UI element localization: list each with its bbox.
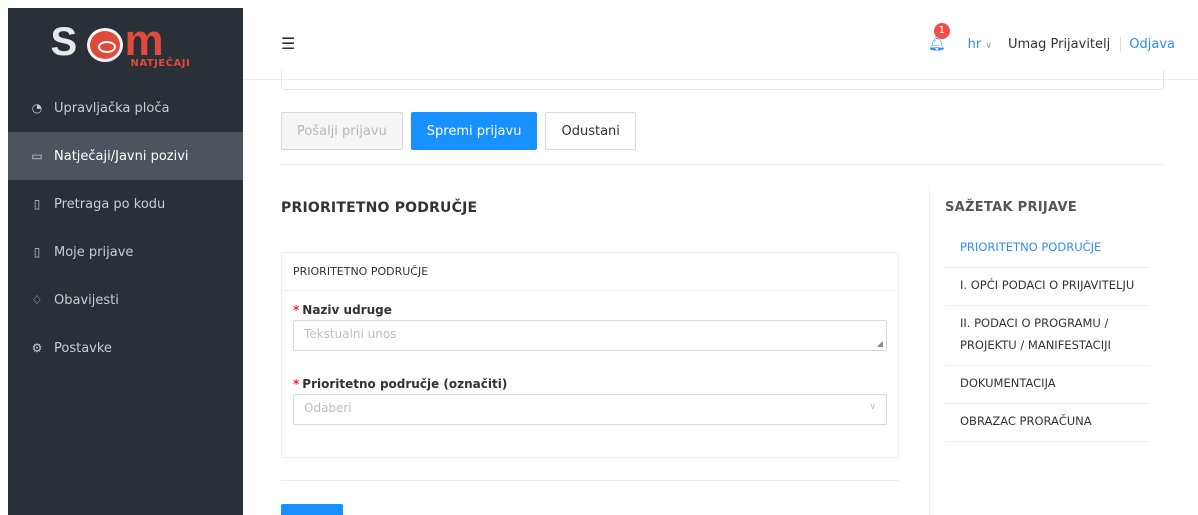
summary-item-general-info[interactable]: I. OPĆI PODACI O PRIJAVITELJU [945, 268, 1150, 306]
section-title: PRIORITETNO PODRUČJE [281, 200, 478, 216]
association-name-label: * Naziv udruge [293, 303, 392, 317]
language-label: hr [967, 36, 982, 52]
association-name-label-text: Naziv udruge [302, 303, 392, 317]
summary-item-priority-area[interactable]: PRIORITETNO PODRUČJE [945, 230, 1150, 268]
document-icon: ▯ [33, 197, 41, 211]
divider [281, 480, 899, 481]
sidebar-item-label: Postavke [54, 340, 112, 356]
sidebar-item-settings[interactable]: ⚙ Postavke [8, 324, 243, 372]
logo-letter-s: S [50, 20, 78, 64]
summary-title: SAŽETAK PRIJAVE [945, 200, 1078, 215]
summary-item-documentation[interactable]: DOKUMENTACIJA [945, 366, 1150, 404]
sidebar-item-label: Obavijesti [54, 292, 119, 308]
sidebar-item-competitions[interactable]: ▭ Natječaji/Javni pozivi [8, 132, 243, 180]
logo[interactable]: S m NATJEČAJI [8, 8, 243, 80]
folder-icon: ▭ [31, 149, 43, 163]
priority-area-label-text: Prioritetno područje (označiti) [302, 377, 508, 391]
form-card: PRIORITETNO PODRUČJE * Naziv udruge Tekst… [281, 252, 899, 458]
logo-eye-icon [86, 28, 123, 62]
save-application-button[interactable]: Spremi prijavu [410, 112, 538, 150]
notification-badge: 1 [933, 23, 950, 39]
notifications-bell-icon[interactable]: 🔔︎ 1 [928, 23, 950, 52]
sidebar-item-dashboard[interactable]: ◔ Upravljačka ploča [8, 84, 243, 132]
priority-area-label: * Prioritetno područje (označiti) [293, 377, 507, 391]
sidebar-item-my-applications[interactable]: ▯ Moje prijave [8, 228, 243, 276]
summary-list: PRIORITETNO PODRUČJE I. OPĆI PODACI O PR… [945, 230, 1150, 442]
sidebar-item-label: Moje prijave [54, 244, 134, 260]
action-buttons: Pošalji prijavu Spremi prijavu Odustani [281, 112, 636, 150]
sidebar-item-notifications[interactable]: ♢ Obavijesti [8, 276, 243, 324]
top-right-controls: 🔔︎ 1 hr ∨ Umag Prijavitelj Odjava [928, 23, 1175, 52]
required-marker: * [293, 377, 300, 391]
sidebar-item-label: Upravljačka ploča [54, 100, 170, 116]
next-button[interactable] [281, 504, 343, 515]
menu-toggle-icon[interactable]: ☰ [281, 34, 295, 53]
gear-icon: ⚙ [31, 341, 43, 355]
logout-link[interactable]: Odjava [1120, 36, 1175, 52]
priority-area-select[interactable]: Odaberi ∨ [293, 394, 887, 425]
card-title: PRIORITETNO PODRUČJE [282, 253, 898, 291]
priority-area-placeholder: Odaberi [304, 401, 352, 415]
user-name: Umag Prijavitelj [1007, 36, 1111, 52]
logo-subtitle: NATJEČAJI [130, 58, 191, 69]
chevron-down-icon: ∨ [985, 40, 992, 51]
summary-item-budget-form[interactable]: OBRAZAC PRORAČUNA [945, 404, 1150, 442]
bell-icon: ♢ [31, 293, 43, 307]
file-icon: ▯ [33, 245, 41, 259]
association-name-placeholder: Tekstualni unos [304, 327, 397, 341]
submit-application-button[interactable]: Pošalji prijavu [281, 112, 403, 150]
association-name-input[interactable]: Tekstualni unos ◢ [293, 320, 887, 351]
sidebar: S m NATJEČAJI ◔ Upravljačka ploča ▭ Natj… [8, 8, 243, 515]
dashboard-icon: ◔ [31, 101, 43, 115]
sidebar-item-label: Natječaji/Javni pozivi [54, 148, 189, 164]
chevron-down-icon: ∨ [869, 402, 876, 412]
required-marker: * [293, 303, 300, 317]
sidebar-item-label: Pretraga po kodu [54, 196, 166, 212]
application-summary: SAŽETAK PRIJAVE PRIORITETNO PODRUČJE I. … [929, 186, 1164, 515]
sidebar-item-code-search[interactable]: ▯ Pretraga po kodu [8, 180, 243, 228]
resize-handle-icon[interactable]: ◢ [877, 339, 883, 348]
previous-field-bottom [281, 70, 1164, 90]
divider [281, 164, 1164, 165]
sidebar-nav: ◔ Upravljačka ploča ▭ Natječaji/Javni po… [8, 84, 243, 372]
app-root: S m NATJEČAJI ◔ Upravljačka ploča ▭ Natj… [0, 0, 1198, 515]
logo-mark: S m NATJEČAJI [51, 14, 201, 74]
cancel-button[interactable]: Odustani [545, 112, 636, 150]
summary-item-program-info[interactable]: II. PODACI O PROGRAMU / PROJEKTU / MANIF… [945, 306, 1150, 366]
language-selector[interactable]: hr ∨ [968, 37, 992, 52]
